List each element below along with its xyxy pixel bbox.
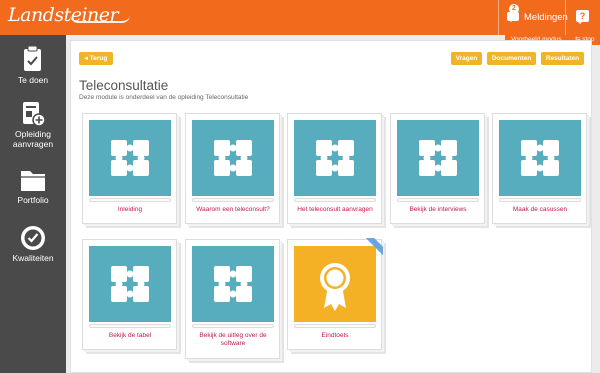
chat-bubble-icon [507, 12, 519, 22]
puzzle-icon [192, 120, 274, 196]
badge-check-icon [0, 223, 66, 253]
module-card-eindtoets[interactable]: Eindtoets [287, 239, 382, 350]
progress-bar [192, 324, 274, 328]
card-title[interactable]: Waarom een teleconsult? [189, 206, 277, 214]
sidebar-item-portfolio[interactable]: Portfolio [0, 165, 66, 205]
card-title[interactable]: Bekijk de interviews [394, 206, 482, 214]
puzzle-icon [89, 246, 171, 322]
sidebar: Te doen Opleiding aanvragen Portfolio Kw… [0, 35, 66, 373]
card-title[interactable]: Bekijk de uitleg over de software [189, 332, 277, 348]
new-ribbon-corner [361, 238, 383, 260]
module-card-aanvragen[interactable]: Het teleconsult aanvragen [287, 113, 382, 224]
module-panel: ◂ Terug Vragen Documenten Resultaten Tel… [70, 40, 592, 373]
progress-bar [499, 198, 581, 202]
help-button[interactable]: ? [566, 0, 600, 35]
sidebar-item-label: Opleiding aanvragen [12, 129, 54, 149]
sidebar-item-label: Portfolio [17, 195, 49, 205]
sidebar-item-kwaliteiten[interactable]: Kwaliteiten [0, 223, 66, 263]
top-bar: Landsteiner 2 Meldingen ? [0, 0, 600, 35]
sidebar-item-label: Kwaliteiten [12, 253, 54, 263]
module-card-tabel[interactable]: Bekijk de tabel [82, 239, 177, 350]
progress-bar [397, 198, 479, 202]
puzzle-icon [499, 120, 581, 196]
puzzle-icon [397, 120, 479, 196]
card-title[interactable]: Maak de casussen [496, 206, 584, 214]
folder-icon [0, 165, 66, 195]
card-title[interactable]: Het teleconsult aanvragen [291, 206, 379, 214]
module-card-inleiding[interactable]: Inleiding [82, 113, 177, 224]
module-card-waarom[interactable]: Waarom een teleconsult? [185, 113, 280, 224]
page-title: Teleconsultatie [79, 78, 169, 93]
page-subtitle: Deze module is onderdeel van de opleidin… [79, 94, 249, 101]
sidebar-item-label: Te doen [17, 75, 49, 85]
progress-bar [89, 198, 171, 202]
module-card-interviews[interactable]: Bekijk de interviews [390, 113, 485, 224]
puzzle-icon [89, 120, 171, 196]
progress-bar [294, 198, 376, 202]
card-title[interactable]: Bekijk de tabel [86, 332, 174, 340]
module-card-casussen[interactable]: Maak de casussen [492, 113, 587, 224]
add-course-icon [0, 99, 66, 129]
documents-button[interactable]: Documenten [487, 52, 536, 65]
progress-bar [294, 324, 376, 328]
help-icon: ? [576, 10, 589, 24]
puzzle-icon [192, 246, 274, 322]
back-button[interactable]: ◂ Terug [79, 52, 113, 65]
card-title[interactable]: Eindtoets [291, 332, 379, 340]
logo-swash [70, 15, 130, 23]
sidebar-item-te-doen[interactable]: Te doen [0, 45, 66, 85]
progress-bar [192, 198, 274, 202]
clipboard-icon [0, 45, 66, 75]
messages-button[interactable]: 2 Meldingen [498, 0, 568, 35]
sidebar-item-opleiding-aanvragen[interactable]: Opleiding aanvragen [0, 99, 66, 149]
progress-bar [89, 324, 171, 328]
messages-label: Meldingen [524, 12, 568, 23]
module-card-software[interactable]: Bekijk de uitleg over de software [185, 239, 280, 359]
puzzle-icon [294, 120, 376, 196]
card-title[interactable]: Inleiding [86, 206, 174, 214]
questions-button[interactable]: Vragen [451, 52, 482, 65]
results-button[interactable]: Resultaten [541, 52, 584, 65]
